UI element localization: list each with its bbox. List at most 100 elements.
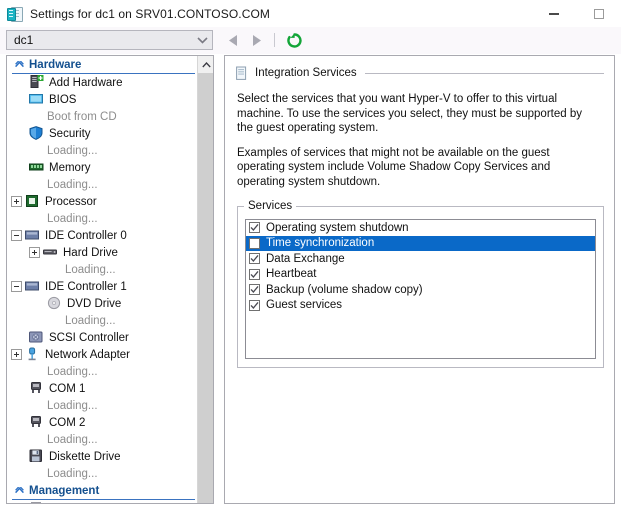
ide-controller-icon	[25, 228, 41, 243]
chevron-up-icon	[12, 487, 26, 494]
settings-navigation-tree[interactable]: Hardware Add Hardware BIOS Boot from CD …	[6, 55, 214, 504]
hard-drive-icon	[43, 245, 59, 260]
sidebar-item-com-1[interactable]: COM 1	[7, 380, 197, 397]
checkbox-guest-services[interactable]	[249, 299, 260, 311]
window-title: Settings for dc1 on SRV01.CONTOSO.COM	[30, 6, 271, 21]
sidebar-item-label: Name	[49, 503, 80, 504]
sidebar-item-label: Hard Drive	[63, 246, 118, 259]
list-item-label: Guest services	[266, 299, 343, 312]
tree-content: Hardware Add Hardware BIOS Boot from CD …	[7, 56, 197, 503]
list-item[interactable]: Heartbeat	[246, 267, 595, 283]
services-group-title: Services	[244, 200, 297, 212]
list-item-label: Data Exchange	[266, 252, 345, 265]
checkbox-time-synchronization[interactable]	[249, 237, 260, 249]
sidebar-item-label: Security	[49, 127, 91, 140]
title-bar: Settings for dc1 on SRV01.CONTOSO.COM	[0, 0, 621, 27]
sidebar-item-processor[interactable]: Processor	[7, 193, 197, 210]
sidebar-item-hard-drive[interactable]: Hard Drive	[7, 244, 197, 261]
refresh-button[interactable]	[286, 31, 302, 49]
memory-icon	[29, 160, 45, 175]
expander-plus-icon[interactable]	[11, 349, 22, 360]
navigation-buttons	[226, 30, 302, 50]
chevron-up-icon	[12, 61, 26, 68]
checkbox-operating-system-shutdown[interactable]	[249, 222, 260, 234]
sidebar-item-network-adapter[interactable]: Network Adapter	[7, 346, 197, 363]
sidebar-item-label: Diskette Drive	[49, 450, 121, 463]
toolbar-divider	[274, 33, 275, 47]
sidebar-item-label: COM 1	[49, 382, 86, 395]
sidebar-item-add-hardware[interactable]: Add Hardware	[7, 74, 197, 91]
scsi-controller-icon	[29, 330, 45, 345]
panel-header: Integration Services	[234, 64, 604, 82]
list-item[interactable]: Backup (volume shadow copy)	[246, 282, 595, 298]
sidebar-item-label: Processor	[45, 195, 97, 208]
minimize-icon	[548, 12, 559, 15]
com-port-icon	[29, 415, 45, 430]
sidebar-item-diskette-drive-status: Loading...	[47, 467, 98, 480]
back-button[interactable]	[226, 31, 240, 49]
expander-plus-icon[interactable]	[11, 196, 22, 207]
sidebar-item-processor-status: Loading...	[47, 212, 98, 225]
panel-title: Integration Services	[255, 67, 357, 79]
com-port-icon	[29, 381, 45, 396]
vm-selector[interactable]: dc1	[6, 30, 213, 50]
list-item[interactable]: Operating system shutdown	[246, 220, 595, 236]
add-hardware-icon	[29, 75, 45, 90]
checkbox-data-exchange[interactable]	[249, 253, 260, 265]
sidebar-item-label: BIOS	[49, 93, 77, 106]
sidebar-item-ide-controller-1[interactable]: IDE Controller 1	[7, 278, 197, 295]
expander-minus-icon[interactable]	[11, 281, 22, 292]
sidebar-item-label: IDE Controller 0	[45, 229, 127, 242]
ide-controller-icon	[25, 279, 41, 294]
sidebar-item-ide-controller-0[interactable]: IDE Controller 0	[7, 227, 197, 244]
list-item[interactable]: Data Exchange	[246, 251, 595, 267]
sidebar-item-bios[interactable]: BIOS	[7, 91, 197, 108]
sidebar-item-hard-drive-status: Loading...	[65, 263, 116, 276]
maximize-button[interactable]	[576, 0, 621, 27]
services-list[interactable]: Operating system shutdown Time synchroni…	[245, 219, 596, 359]
tree-group-management[interactable]: Management	[12, 482, 195, 500]
sidebar-item-label: Network Adapter	[45, 348, 131, 361]
bios-icon	[29, 92, 45, 107]
sidebar-item-com-2-status: Loading...	[47, 433, 98, 446]
sidebar-scrollbar[interactable]	[197, 56, 213, 503]
chevron-down-icon	[192, 31, 212, 49]
list-item[interactable]: Time synchronization	[246, 235, 595, 251]
sidebar-item-security[interactable]: Security	[7, 125, 197, 142]
checkbox-backup-volume-shadow-copy[interactable]	[249, 284, 260, 296]
diskette-drive-icon	[29, 449, 45, 464]
sidebar-item-name[interactable]: Name	[7, 500, 197, 503]
settings-detail-panel: Integration Services Select the services…	[224, 55, 615, 504]
list-item-label: Operating system shutdown	[266, 221, 409, 234]
tree-group-hardware[interactable]: Hardware	[12, 56, 195, 74]
forward-button[interactable]	[249, 31, 263, 49]
toolbar: dc1	[0, 27, 621, 54]
sidebar-item-com-2[interactable]: COM 2	[7, 414, 197, 431]
list-item[interactable]: Guest services	[246, 298, 595, 314]
sidebar-item-scsi-controller[interactable]: SCSI Controller	[7, 329, 197, 346]
panel-header-rule	[364, 72, 604, 74]
sidebar-item-dvd-drive-status: Loading...	[65, 314, 116, 327]
checkbox-heartbeat[interactable]	[249, 268, 260, 280]
sidebar-item-diskette-drive[interactable]: Diskette Drive	[7, 448, 197, 465]
expander-plus-icon[interactable]	[29, 247, 40, 258]
sidebar-item-security-status: Loading...	[47, 144, 98, 157]
sidebar-item-label: SCSI Controller	[49, 331, 129, 344]
sidebar-item-label: Memory	[49, 161, 91, 174]
tree-group-label: Management	[29, 484, 100, 497]
panel-description-2: Examples of services that might not be a…	[237, 146, 551, 188]
sidebar-item-label: Add Hardware	[49, 76, 123, 89]
sidebar-item-memory[interactable]: Memory	[7, 159, 197, 176]
maximize-icon	[593, 8, 604, 19]
minimize-button[interactable]	[531, 0, 576, 27]
vm-selector-value: dc1	[14, 33, 34, 47]
sidebar-item-dvd-drive[interactable]: DVD Drive	[7, 295, 197, 312]
sidebar-item-com-1-status: Loading...	[47, 399, 98, 412]
tree-group-label: Hardware	[29, 58, 82, 71]
scroll-up-button[interactable]	[198, 56, 213, 73]
name-textfield-icon	[29, 501, 45, 503]
window-controls	[531, 0, 621, 27]
sidebar-item-label: IDE Controller 1	[45, 280, 127, 293]
expander-minus-icon[interactable]	[11, 230, 22, 241]
list-item-label: Heartbeat	[266, 268, 317, 281]
